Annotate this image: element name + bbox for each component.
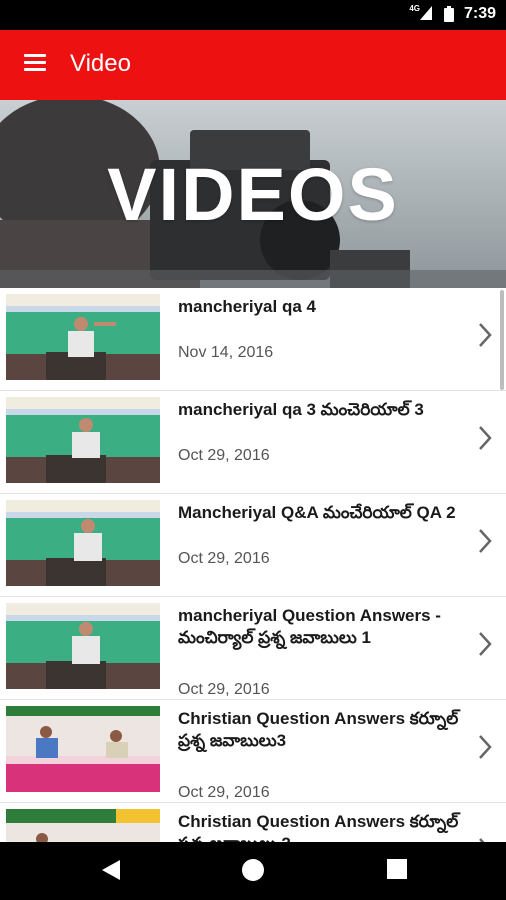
status-bar: 4G 7:39 [0,0,506,30]
videos-banner: VIDEOS [0,100,506,288]
app-bar: Video [0,30,506,100]
chevron-right-icon [478,734,492,765]
list-item[interactable]: Christian Question Answers కర్నూల్ ప్రశ్… [0,700,506,803]
chevron-right-icon [478,528,492,559]
chevron-right-icon [478,425,492,456]
banner-heading: VIDEOS [107,153,399,236]
list-item[interactable]: Christian Question Answers కర్నూల్ ప్రశ్… [0,803,506,842]
video-title: mancheriyal Question Answers - మంచిర్యాల… [178,606,441,647]
system-nav-bar [0,842,506,900]
hamburger-menu-icon[interactable] [24,54,46,72]
home-icon[interactable] [241,858,265,887]
list-item[interactable]: mancheriyal qa 3 మంచెరియాల్ 3 Oct 29, 20… [0,391,506,494]
page-title: Video [70,50,131,77]
chevron-right-icon [478,322,492,353]
video-thumbnail [6,500,160,586]
video-thumbnail [6,603,160,689]
video-title: mancheriyal qa 3 మంచెరియాల్ 3 [178,400,424,419]
video-date: Oct 29, 2016 [178,447,270,464]
list-item[interactable]: mancheriyal Question Answers - మంచిర్యాల… [0,597,506,700]
video-thumbnail [6,294,160,380]
video-title: Christian Question Answers కర్నూల్ ప్రశ్… [178,812,459,842]
recent-apps-icon[interactable] [386,858,408,885]
list-item[interactable]: Mancheriyal Q&A మంచేరియాల్ QA 2 Oct 29, … [0,494,506,597]
signal-icon [420,6,432,25]
network-type-label: 4G [409,4,420,13]
video-thumbnail [6,706,160,792]
video-date: Oct 29, 2016 [178,681,270,698]
video-title: Mancheriyal Q&A మంచేరియాల్ QA 2 [178,503,456,522]
back-icon[interactable] [100,858,122,887]
video-date: Oct 29, 2016 [178,784,270,801]
video-thumbnail [6,397,160,483]
video-date: Nov 14, 2016 [178,344,274,361]
clock: 7:39 [463,5,496,22]
chevron-right-icon [478,631,492,662]
video-thumbnail [6,809,160,842]
video-title: mancheriyal qa 4 [178,297,316,316]
video-date: Oct 29, 2016 [178,550,270,567]
video-list: mancheriyal qa 4 Nov 14, 2016 mancheriya… [0,288,506,842]
list-item[interactable]: mancheriyal qa 4 Nov 14, 2016 [0,288,506,391]
video-title: Christian Question Answers కర్నూల్ ప్రశ్… [178,709,459,750]
battery-icon [444,6,454,27]
scrollbar[interactable] [500,290,504,390]
